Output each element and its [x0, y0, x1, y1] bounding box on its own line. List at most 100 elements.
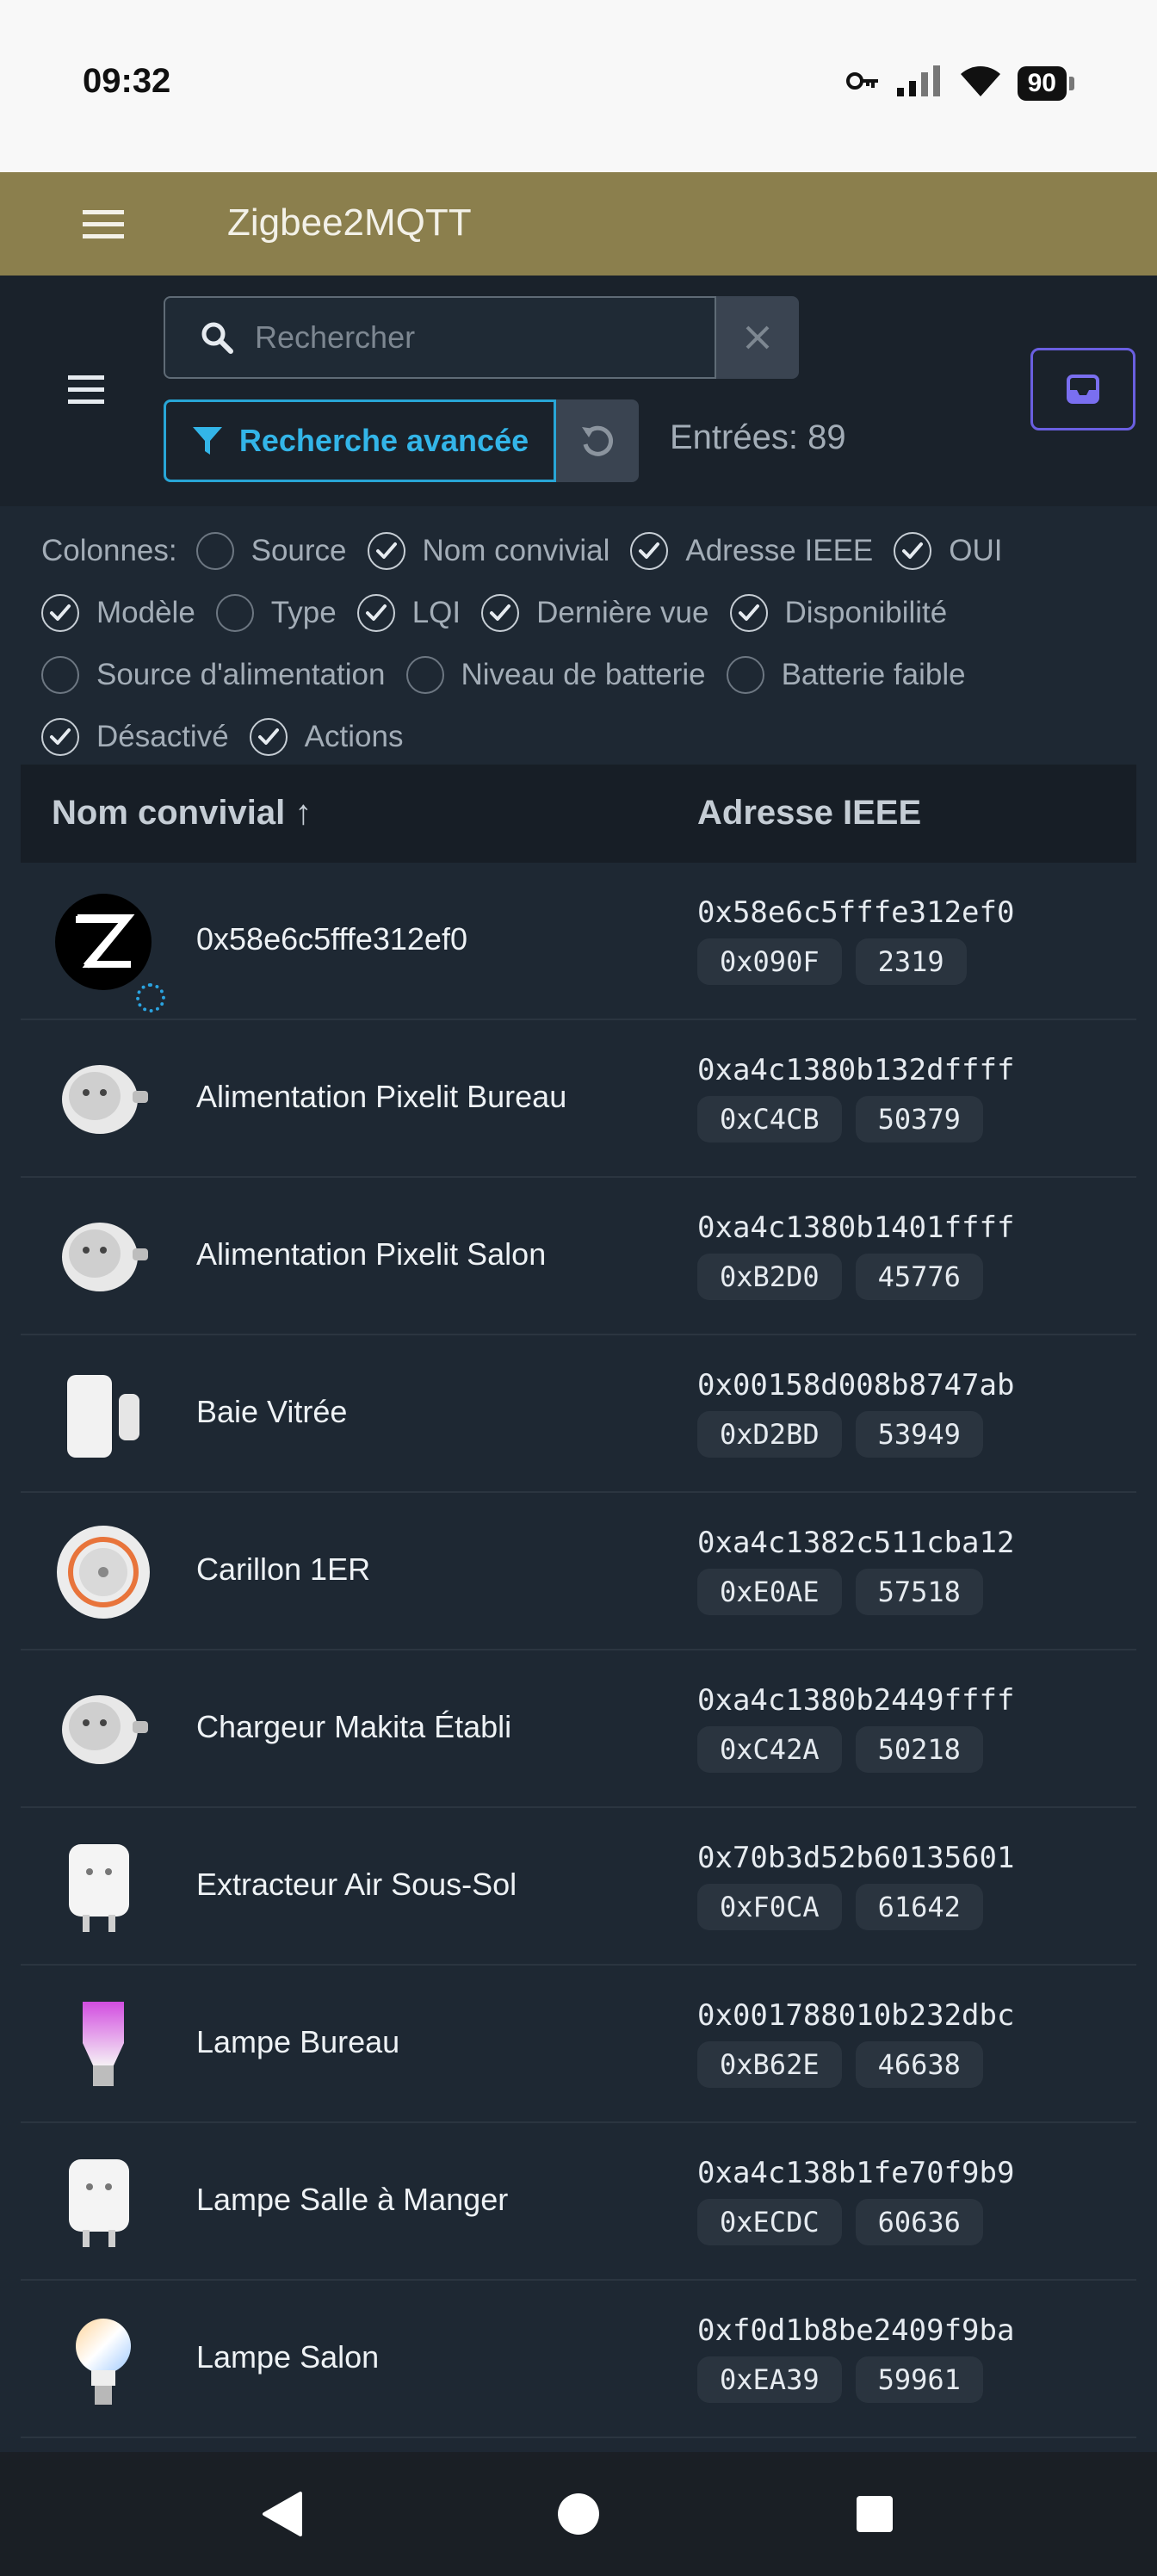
column-selector: Colonnes: Source Nom convivial Adresse IEE…	[41, 520, 1126, 768]
table-row[interactable]: 0x58e6c5fffe312ef0 0x58e6c5fffe312ef0 0x09…	[21, 863, 1136, 1020]
checkbox-unchecked-icon[interactable]	[195, 532, 234, 570]
column-toggle[interactable]: Batterie faible	[726, 644, 966, 706]
column-toggle[interactable]: Niveau de batterie	[405, 644, 706, 706]
table-header: Nom convivial ↑ Adresse IEEE	[21, 765, 1136, 863]
column-toggle-label: Dernière vue	[536, 596, 709, 629]
inbox-button[interactable]	[1030, 348, 1135, 430]
device-name-link[interactable]: Baie Vitrée	[196, 1394, 347, 1430]
network-address-chips: 0xF0CA 61642	[697, 1884, 983, 1930]
reset-filters-button[interactable]	[556, 399, 639, 482]
column-toggle[interactable]: Actions	[249, 706, 404, 768]
network-address-chips: 0xC4CB 50379	[697, 1096, 983, 1142]
column-toggle[interactable]: Source	[195, 520, 347, 582]
app-title: Zigbee2MQTT	[227, 201, 472, 244]
column-toggle-label: Source d'alimentation	[96, 658, 386, 691]
column-toggle[interactable]: Désactivé	[41, 706, 229, 768]
checkbox-checked-icon[interactable]	[729, 594, 768, 632]
network-address-chips: 0xB62E 46638	[697, 2041, 983, 2088]
sidebar-toggle-button[interactable]	[52, 362, 121, 417]
search-input[interactable]	[255, 319, 702, 356]
column-toggle[interactable]: Nom convivial	[367, 520, 609, 582]
device-name-link[interactable]: Carillon 1ER	[196, 1551, 370, 1588]
advanced-search-button[interactable]: Recherche avancée	[164, 399, 556, 482]
zigbee-logo-icon[interactable]	[52, 890, 155, 994]
round-plug-icon[interactable]	[52, 1205, 155, 1309]
vpn-key-icon	[845, 68, 880, 98]
door-sensor-icon[interactable]	[52, 1363, 155, 1466]
nwk-decimal-badge: 53949	[855, 1411, 983, 1458]
main-menu-button[interactable]	[69, 198, 138, 250]
column-toggle[interactable]: Source d'alimentation	[41, 644, 386, 706]
column-toggle[interactable]: LQI	[356, 582, 461, 644]
nav-recents-button[interactable]	[847, 2486, 902, 2542]
device-name-link[interactable]: Alimentation Pixelit Salon	[196, 1236, 546, 1273]
device-name-link[interactable]: 0x58e6c5fffe312ef0	[196, 921, 467, 957]
device-name-link[interactable]: Alimentation Pixelit Bureau	[196, 1079, 566, 1115]
table-row[interactable]: Lampe Bureau 0x001788010b232dbc 0xB62E 4663…	[21, 1966, 1136, 2123]
checkbox-checked-icon[interactable]	[41, 594, 79, 632]
checkbox-unchecked-icon[interactable]	[41, 656, 79, 694]
column-toggle[interactable]: OUI	[894, 520, 1003, 582]
checkbox-unchecked-icon[interactable]	[215, 594, 254, 632]
small-bulb-icon[interactable]	[52, 2308, 155, 2412]
network-address-chips: 0xB2D0 45776	[697, 1254, 983, 1300]
device-name-link[interactable]: Chargeur Makita Établi	[196, 1709, 511, 1745]
checkbox-unchecked-icon[interactable]	[405, 656, 444, 694]
color-bulb-icon[interactable]	[52, 1993, 155, 2096]
inbox-icon	[1067, 375, 1099, 404]
nwk-decimal-badge: 61642	[855, 1884, 983, 1930]
ieee-address: 0xa4c138b1fe70f9b9	[697, 2156, 1015, 2190]
table-row[interactable]: Lampe Salle à Manger 0xa4c138b1fe70f9b9 0x…	[21, 2123, 1136, 2281]
device-name-link[interactable]: Extracteur Air Sous-Sol	[196, 1867, 517, 1903]
ieee-address: 0x58e6c5fffe312ef0	[697, 895, 1015, 930]
column-header-friendly-name[interactable]: Nom convivial ↑	[52, 794, 312, 833]
nwk-hex-badge: 0xECDC	[697, 2199, 842, 2245]
device-name-link[interactable]: Lampe Salle à Manger	[196, 2182, 508, 2218]
column-header-ieee-address[interactable]: Adresse IEEE	[697, 794, 921, 833]
close-icon	[746, 325, 770, 350]
column-toggle[interactable]: Dernière vue	[481, 582, 709, 644]
nwk-decimal-badge: 45776	[855, 1254, 983, 1300]
column-toggle[interactable]: Type	[215, 582, 337, 644]
nav-back-button[interactable]	[255, 2486, 310, 2542]
table-row[interactable]: Alimentation Pixelit Bureau 0xa4c1380b132…	[21, 1020, 1136, 1178]
checkbox-checked-icon[interactable]	[481, 594, 520, 632]
columns-label: Colonnes:	[41, 534, 177, 567]
table-row[interactable]: Lampe Salon 0xf0d1b8be2409f9ba 0xEA39 59961	[21, 2281, 1136, 2438]
column-toggle[interactable]: Modèle	[41, 582, 195, 644]
square-plug-icon[interactable]	[52, 1836, 155, 1939]
nwk-hex-badge: 0xD2BD	[697, 1411, 842, 1458]
table-row[interactable]: Extracteur Air Sous-Sol 0x70b3d52b6013560…	[21, 1808, 1136, 1966]
search-icon	[201, 322, 233, 354]
checkbox-checked-icon[interactable]	[367, 532, 405, 570]
checkbox-checked-icon[interactable]	[249, 718, 288, 756]
device-name-link[interactable]: Lampe Bureau	[196, 2024, 399, 2060]
round-plug-icon[interactable]	[52, 1678, 155, 1781]
nav-home-button[interactable]	[551, 2486, 606, 2542]
table-row[interactable]: Baie Vitrée 0x00158d008b8747ab 0xD2BD 53949	[21, 1335, 1136, 1493]
table-row[interactable]: Chargeur Makita Établi 0xa4c1380b2449ffff…	[21, 1650, 1136, 1808]
checkbox-checked-icon[interactable]	[630, 532, 669, 570]
status-icons: 90	[845, 64, 1074, 102]
filter-icon	[192, 427, 222, 455]
square-plug-icon[interactable]	[52, 2151, 155, 2254]
nwk-hex-badge: 0xEA39	[697, 2356, 842, 2403]
checkbox-checked-icon[interactable]	[41, 718, 79, 756]
ieee-address: 0xa4c1382c511cba12	[697, 1526, 1015, 1560]
nwk-hex-badge: 0xB2D0	[697, 1254, 842, 1300]
round-plug-icon[interactable]	[52, 1048, 155, 1151]
clear-search-button[interactable]	[716, 296, 799, 379]
column-toggle[interactable]: Disponibilité	[729, 582, 947, 644]
column-toggle[interactable]: Adresse IEEE	[630, 520, 873, 582]
checkbox-unchecked-icon[interactable]	[726, 656, 764, 694]
checkbox-checked-icon[interactable]	[894, 532, 932, 570]
table-row[interactable]: Alimentation Pixelit Salon 0xa4c1380b1401…	[21, 1178, 1136, 1335]
device-name-link[interactable]: Lampe Salon	[196, 2339, 379, 2375]
siren-icon[interactable]	[52, 1520, 155, 1624]
nwk-hex-badge: 0xC4CB	[697, 1096, 842, 1142]
checkbox-checked-icon[interactable]	[356, 594, 395, 632]
ieee-address: 0xa4c1380b2449ffff	[697, 1683, 1015, 1718]
table-row[interactable]: Carillon 1ER 0xa4c1382c511cba12 0xE0AE 5751…	[21, 1493, 1136, 1650]
column-toggle-label: Actions	[304, 720, 404, 753]
column-toggle-label: Niveau de batterie	[461, 658, 706, 691]
